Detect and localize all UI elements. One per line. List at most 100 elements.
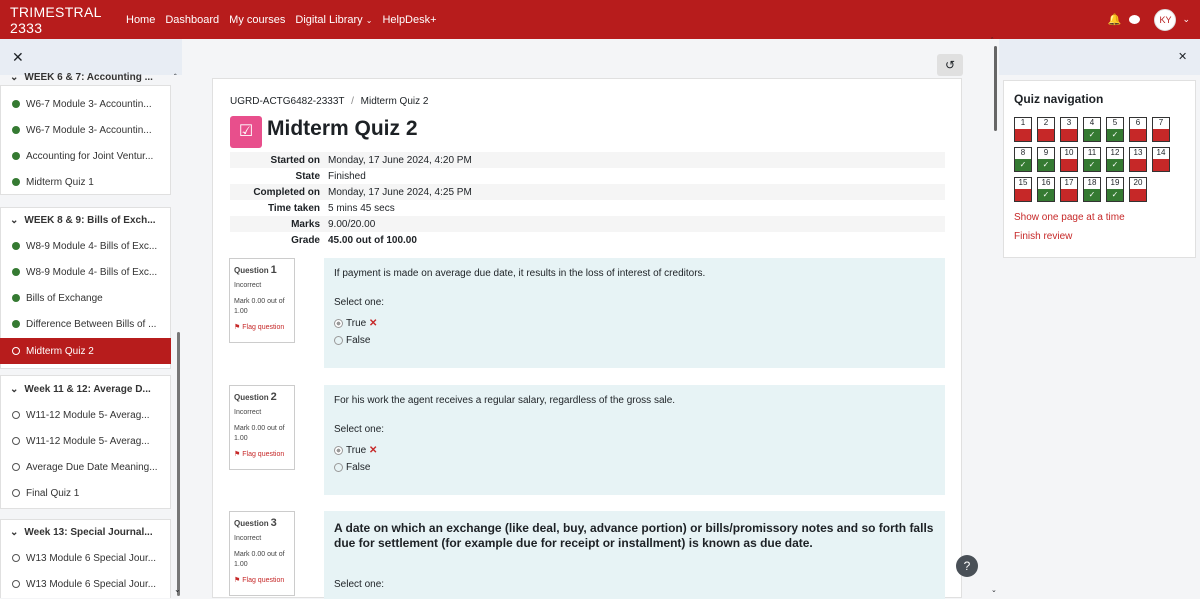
answer-option-true[interactable]: True ✕: [334, 445, 935, 456]
quiz-nav-button-18[interactable]: 18 ✓: [1083, 177, 1101, 202]
nav-helpdesk[interactable]: HelpDesk+: [382, 14, 436, 26]
nav-home[interactable]: Home: [126, 14, 155, 26]
quiz-nav-button-3[interactable]: 3: [1060, 117, 1078, 142]
close-icon[interactable]: ✕: [12, 49, 24, 66]
chevron-down-icon[interactable]: ⌄: [1182, 14, 1190, 25]
flag-question[interactable]: ⚑ Flag question: [234, 323, 290, 333]
course-item[interactable]: W6-7 Module 3- Accountin...: [0, 117, 171, 143]
incorrect-marker: [1130, 129, 1146, 141]
question-number: 11: [1087, 148, 1097, 157]
nav-my-courses[interactable]: My courses: [229, 14, 285, 26]
course-item[interactable]: Average Due Date Meaning...: [0, 454, 171, 480]
answer-option-false[interactable]: False: [334, 462, 935, 473]
section-title-week11[interactable]: ⌄ Week 11 & 12: Average D...: [0, 376, 171, 402]
quiz-nav-button-17[interactable]: 17: [1060, 177, 1078, 202]
question-number: 10: [1064, 148, 1074, 157]
chat-icon[interactable]: [1129, 15, 1141, 24]
question-info: Question 1 Incorrect Mark 0.00 out of 1.…: [229, 258, 295, 343]
question-number: Question 3: [234, 518, 290, 530]
section-label: Week 13: Special Journal...: [24, 526, 153, 538]
course-item[interactable]: W11-12 Module 5- Averag...: [0, 402, 171, 428]
question-number: 13: [1133, 148, 1143, 157]
page-scrollbar[interactable]: [994, 46, 997, 131]
correct-icon: ✓: [1107, 189, 1123, 201]
nav-dashboard[interactable]: Dashboard: [165, 14, 219, 26]
top-navbar: TRIMESTRAL 2333 Home Dashboard My course…: [0, 0, 1200, 39]
item-label: Accounting for Joint Ventur...: [26, 150, 154, 162]
quiz-nav-button-12[interactable]: 12 ✓: [1106, 147, 1124, 172]
radio-unchecked[interactable]: [334, 462, 343, 472]
quiz-nav-button-6[interactable]: 6: [1129, 117, 1147, 142]
site-brand[interactable]: TRIMESTRAL 2333: [10, 4, 126, 36]
close-icon[interactable]: ✕: [1178, 50, 1187, 63]
flag-question[interactable]: ⚑ Flag question: [234, 450, 290, 460]
quiz-nav-button-1[interactable]: 1: [1014, 117, 1032, 142]
finish-review-link[interactable]: Finish review: [1014, 231, 1072, 242]
course-item[interactable]: Accounting for Joint Ventur...: [0, 143, 171, 169]
quiz-nav-button-10[interactable]: 10: [1060, 147, 1078, 172]
breadcrumb-quiz[interactable]: Midterm Quiz 2: [361, 96, 429, 107]
course-item-active[interactable]: Midterm Quiz 2: [0, 338, 171, 364]
sidebar-scrollbar[interactable]: [177, 332, 180, 596]
radio-checked[interactable]: [334, 445, 343, 455]
breadcrumb-course[interactable]: UGRD-ACTG6482-2333T: [230, 96, 344, 107]
course-item[interactable]: W6-7 Module 3- Accountin...: [0, 91, 171, 117]
section-title-week8[interactable]: ⌄ WEEK 8 & 9: Bills of Exch...: [0, 207, 171, 233]
show-one-page-link[interactable]: Show one page at a time: [1014, 212, 1125, 223]
quiz-nav-button-19[interactable]: 19 ✓: [1106, 177, 1124, 202]
quiz-nav-button-11[interactable]: 11 ✓: [1083, 147, 1101, 172]
option-label: False: [346, 462, 371, 473]
section-title-week6[interactable]: ⌄ WEEK 6 & 7: Accounting ...: [0, 69, 171, 85]
incomplete-icon: [12, 489, 20, 497]
course-item[interactable]: Difference Between Bills of ...: [0, 311, 171, 337]
course-item[interactable]: W13 Module 6 Special Jour...: [0, 571, 171, 597]
incomplete-icon: [12, 347, 20, 355]
completed-icon: [12, 100, 20, 108]
course-item[interactable]: W8-9 Module 4- Bills of Exc...: [0, 259, 171, 285]
summary-label: Grade: [291, 234, 320, 246]
nav-digital-library[interactable]: Digital Library ⌄: [295, 14, 372, 26]
flag-question[interactable]: ⚑ Flag question: [234, 576, 290, 586]
user-avatar[interactable]: KY: [1154, 8, 1177, 31]
quiz-nav-button-5[interactable]: 5 ✓: [1106, 117, 1124, 142]
quiz-nav-button-13[interactable]: 13: [1129, 147, 1147, 172]
question-status: Incorrect: [234, 409, 262, 416]
quiz-nav-button-7[interactable]: 7: [1152, 117, 1170, 142]
answer-option-true[interactable]: True ✕: [334, 318, 935, 329]
restore-icon[interactable]: ↺: [937, 54, 963, 76]
scroll-down-icon[interactable]: ⌄: [991, 586, 997, 594]
course-item[interactable]: W8-9 Module 4- Bills of Exc...: [0, 233, 171, 259]
question-number: 5: [1112, 118, 1118, 127]
course-item[interactable]: Final Quiz 1: [0, 480, 171, 506]
scroll-down-icon[interactable]: ⌄: [174, 585, 181, 594]
section-title-week13[interactable]: ⌄ Week 13: Special Journal...: [0, 519, 171, 545]
question-number: 3: [1066, 118, 1072, 127]
bell-icon[interactable]: 🔔: [1108, 13, 1122, 26]
quiz-nav-button-8[interactable]: 8 ✓: [1014, 147, 1032, 172]
help-button[interactable]: ?: [956, 555, 978, 577]
quiz-nav-button-14[interactable]: 14: [1152, 147, 1170, 172]
course-item[interactable]: W11-12 Module 5- Averag...: [0, 428, 171, 454]
incorrect-marker: [1061, 129, 1077, 141]
quiz-nav-button-20[interactable]: 20: [1129, 177, 1147, 202]
quiz-nav-button-2[interactable]: 2: [1037, 117, 1055, 142]
course-item[interactable]: Midterm Quiz 1: [0, 169, 171, 195]
scroll-up-icon[interactable]: ˆ: [174, 73, 177, 82]
breadcrumb: UGRD-ACTG6482-2333T / Midterm Quiz 2: [230, 96, 428, 107]
quiz-nav-button-15[interactable]: 15: [1014, 177, 1032, 202]
answer-option-false[interactable]: False: [334, 335, 935, 346]
question-num: 3: [270, 517, 277, 529]
page-title: Midterm Quiz 2: [267, 117, 418, 140]
incorrect-marker: [1130, 159, 1146, 171]
flag-label: Flag question: [242, 451, 285, 458]
scroll-up-icon[interactable]: ˆ: [991, 38, 993, 45]
quiz-nav-button-9[interactable]: 9 ✓: [1037, 147, 1055, 172]
radio-unchecked[interactable]: [334, 335, 343, 345]
course-index-drawer: ✕ ⌄ WEEK 6 & 7: Accounting ... ˆ W6-7 Mod…: [0, 39, 182, 598]
course-item[interactable]: Bills of Exchange: [0, 285, 171, 311]
quiz-nav-button-4[interactable]: 4 ✓: [1083, 117, 1101, 142]
radio-checked[interactable]: [334, 318, 343, 328]
course-item[interactable]: W13 Module 6 Special Jour...: [0, 545, 171, 571]
quiz-nav-button-16[interactable]: 16 ✓: [1037, 177, 1055, 202]
summary-value: Finished: [328, 170, 366, 182]
